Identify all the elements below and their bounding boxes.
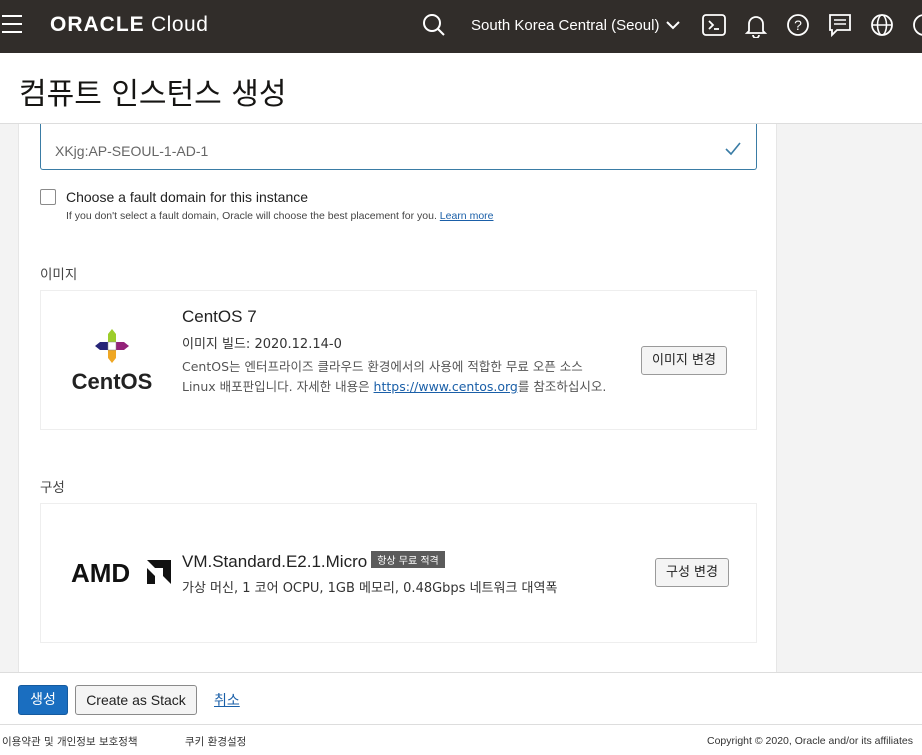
- chevron-down-icon: [665, 21, 680, 30]
- cloud-shell-icon[interactable]: [701, 12, 727, 38]
- shape-name: VM.Standard.E2.1.Micro: [182, 552, 368, 571]
- cancel-link[interactable]: 취소: [214, 690, 240, 710]
- brand-name: ORACLE: [50, 13, 145, 36]
- search-icon[interactable]: [421, 12, 447, 38]
- availability-domain-value: XKjg:AP-SEOUL-1-AD-1: [55, 143, 209, 159]
- create-as-stack-button[interactable]: Create as Stack: [75, 685, 197, 715]
- fault-domain-help-text: If you don't select a fault domain, Orac…: [66, 210, 437, 222]
- cookie-preferences-link[interactable]: 쿠키 환경설정: [185, 734, 246, 749]
- availability-domain-card[interactable]: XKjg:AP-SEOUL-1-AD-1: [40, 124, 757, 170]
- shape-card: AMD VM.Standard.E2.1.Micro 항상 무료 적격 가상 머신…: [40, 503, 757, 643]
- top-navigation-bar: ORACLE Cloud South Korea Central (Seoul)…: [0, 0, 922, 53]
- copyright-text: Copyright © 2020, Oracle and/or its affi…: [707, 735, 913, 747]
- amd-logo-text: AMD: [71, 558, 130, 587]
- centos-link[interactable]: https://www.centos.org: [374, 379, 518, 394]
- fault-domain-checkbox[interactable]: [40, 189, 56, 205]
- image-description: CentOS는 엔터프라이즈 클라우드 환경에서의 사용에 적합한 무료 오픈 …: [182, 357, 612, 397]
- region-selector[interactable]: South Korea Central (Seoul): [471, 17, 680, 34]
- fault-domain-label[interactable]: Choose a fault domain for this instance: [66, 189, 308, 205]
- image-description-suffix: 를 참조하십시오.: [517, 379, 607, 394]
- shape-name-row: VM.Standard.E2.1.Micro 항상 무료 적격: [182, 551, 445, 572]
- region-label: South Korea Central (Seoul): [471, 17, 660, 34]
- terms-privacy-link[interactable]: 이용약관 및 개인정보 보호정책: [2, 734, 138, 749]
- fault-domain-help: If you don't select a fault domain, Orac…: [66, 210, 494, 222]
- centos-logo-text: CentOS: [72, 369, 153, 394]
- chat-icon[interactable]: [827, 12, 853, 38]
- check-icon: [725, 142, 741, 156]
- help-icon[interactable]: ?: [785, 12, 811, 38]
- bell-icon[interactable]: [743, 12, 769, 38]
- always-free-badge: 항상 무료 적격: [371, 551, 445, 568]
- change-image-button[interactable]: 이미지 변경: [641, 346, 727, 375]
- menu-icon[interactable]: [2, 15, 22, 35]
- amd-logo: AMD: [71, 558, 171, 587]
- user-icon[interactable]: [911, 12, 922, 38]
- image-card: CentOS CentOS 7 이미지 빌드: 2020.12.14-0 Cen…: [40, 290, 757, 430]
- page-header: 컴퓨트 인스턴스 생성: [0, 53, 922, 124]
- svg-text:?: ?: [794, 17, 802, 33]
- action-bar: 생성 Create as Stack 취소: [0, 672, 922, 724]
- centos-logo: CentOS: [72, 329, 153, 394]
- page-title: 컴퓨트 인스턴스 생성: [19, 77, 287, 112]
- image-section-label: 이미지: [40, 267, 78, 283]
- footer: 이용약관 및 개인정보 보호정책 쿠키 환경설정 Copyright © 202…: [0, 724, 922, 755]
- create-button[interactable]: 생성: [18, 685, 68, 715]
- main-content: XKjg:AP-SEOUL-1-AD-1 Choose a fault doma…: [18, 124, 777, 672]
- image-name: CentOS 7: [182, 307, 257, 326]
- oracle-cloud-logo[interactable]: ORACLE Cloud: [50, 13, 208, 37]
- shape-details: 가상 머신, 1 코어 OCPU, 1GB 메모리, 0.48Gbps 네트워크…: [182, 581, 558, 596]
- shape-section-label: 구성: [40, 480, 65, 496]
- change-shape-button[interactable]: 구성 변경: [655, 558, 729, 587]
- image-build: 이미지 빌드: 2020.12.14-0: [182, 337, 342, 352]
- learn-more-link[interactable]: Learn more: [440, 210, 494, 222]
- product-name: Cloud: [151, 13, 209, 36]
- globe-icon[interactable]: [869, 12, 895, 38]
